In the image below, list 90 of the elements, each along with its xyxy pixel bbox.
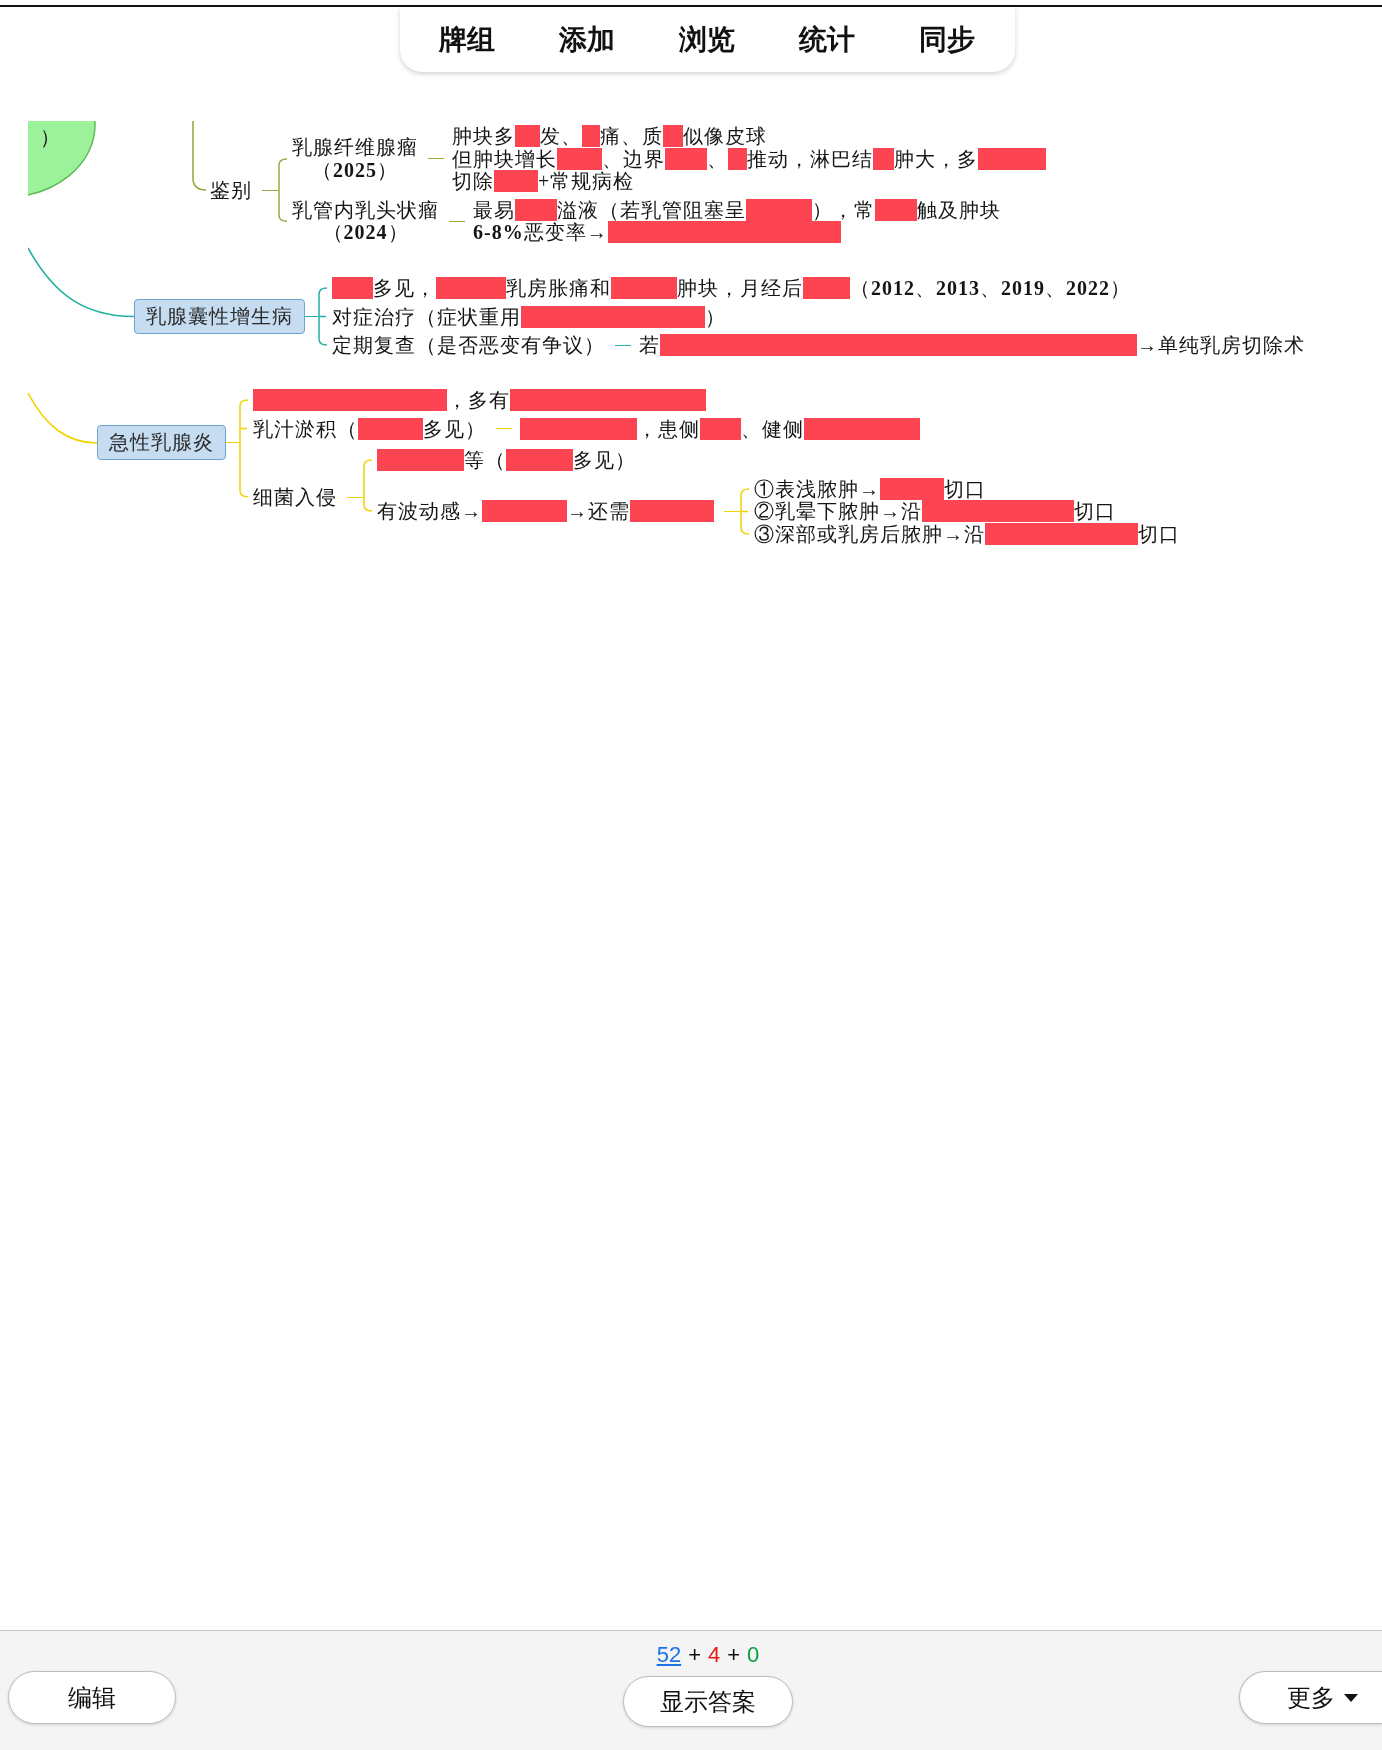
- connector-line: [305, 316, 318, 317]
- occlusion-mask: [494, 170, 538, 193]
- map-text: 痛、质: [600, 125, 663, 148]
- bracket-connector: [277, 157, 288, 222]
- occlusion-mask: [436, 277, 506, 300]
- bracket-connector: [362, 459, 373, 513]
- occlusion-mask: [728, 147, 747, 170]
- map-text: 切除: [452, 170, 494, 193]
- map-text: 触及肿块: [917, 198, 1001, 221]
- connector-line: [262, 189, 278, 191]
- occlusion-mask: [875, 198, 917, 221]
- map-text: ，患侧: [637, 417, 700, 440]
- map-text: 切口: [1074, 500, 1116, 523]
- map-text: 多见）: [423, 417, 486, 440]
- connector-line: [449, 220, 465, 222]
- map-text: 肿大，多: [894, 147, 978, 170]
- occlusion-mask: [978, 147, 1046, 170]
- occlusion-mask: [700, 417, 741, 440]
- map-text: ②乳晕下脓肿→沿: [754, 500, 922, 523]
- caret-icon: [1344, 1693, 1358, 1702]
- more-button[interactable]: 更多: [1239, 1671, 1382, 1724]
- plus-sign: +: [727, 1642, 741, 1668]
- nav-tab[interactable]: 统计: [767, 7, 887, 72]
- map-text: 肿块多: [452, 125, 515, 148]
- map-text: ，多有: [447, 389, 510, 412]
- map-text: 、: [707, 147, 728, 170]
- map-text: 最易: [473, 198, 515, 221]
- connector-line: [724, 510, 740, 512]
- map-text: ③深部或乳房后脓肿→沿: [754, 522, 985, 545]
- map-text: 乳汁淤积（: [253, 417, 358, 440]
- bracket-connector: [317, 287, 328, 347]
- map-text: →单纯乳房切除术: [1137, 334, 1305, 357]
- map-text: 有波动感→: [377, 500, 482, 523]
- topic-node: 乳腺囊性增生病: [134, 299, 305, 334]
- plus-sign: +: [688, 1642, 701, 1668]
- topic-label: 乳管内乳头状瘤: [292, 198, 439, 221]
- nav-tab[interactable]: 牌组: [407, 7, 527, 72]
- occlusion-mask: [515, 198, 557, 221]
- branch-label: 鉴别: [210, 179, 252, 202]
- map-text: 对症治疗（症状重用: [332, 305, 521, 328]
- map-text: 发、: [540, 125, 582, 148]
- connector-line: [615, 344, 631, 346]
- map-text: 似像皮球: [683, 125, 767, 148]
- connector-line: [496, 428, 512, 430]
- occlusion-mask: [506, 449, 573, 472]
- map-text: 推动，淋巴结: [747, 147, 873, 170]
- map-text: 乳房胀痛和: [506, 277, 611, 300]
- occlusion-mask: [611, 277, 677, 300]
- topic-label: 乳腺纤维腺瘤: [292, 136, 418, 159]
- map-text: 若: [639, 334, 660, 357]
- edit-button[interactable]: 编辑: [8, 1671, 176, 1724]
- occlusion-mask: [803, 277, 850, 300]
- map-text: 肿块，月经后: [677, 277, 803, 300]
- connector-line: [347, 496, 363, 498]
- occlusion-mask: [332, 277, 373, 300]
- map-text: 、边界: [602, 147, 665, 170]
- occlusion-mask: [515, 125, 540, 148]
- connector-line: [226, 442, 239, 443]
- count-number: 52: [656, 1642, 682, 1668]
- map-text: 、健侧: [741, 417, 804, 440]
- map-text: 切口: [944, 477, 986, 500]
- map-text: ），常: [812, 198, 875, 221]
- topic-node: 急性乳腺炎: [97, 425, 226, 460]
- year-label: （2024）: [322, 221, 409, 244]
- nav-tab[interactable]: 浏览: [647, 7, 767, 72]
- map-text: +常规病检: [538, 170, 635, 193]
- nav-tab[interactable]: 同步: [887, 7, 1007, 72]
- bracket-connector: [739, 487, 750, 535]
- year-label: （2025）: [312, 158, 398, 182]
- occlusion-mask: [358, 417, 423, 440]
- connector-line: [428, 158, 444, 160]
- root-node-label: ）: [40, 126, 60, 148]
- map-text: 6-8%恶变率→: [473, 221, 608, 244]
- map-text: →还需: [567, 500, 630, 523]
- occlusion-mask: [873, 147, 894, 170]
- nav-tab[interactable]: 添加: [527, 7, 647, 72]
- map-text: ）: [705, 305, 726, 328]
- map-text: 切口: [1138, 522, 1180, 545]
- map-text: 多见，: [373, 277, 436, 300]
- map-text: 等（: [464, 449, 506, 472]
- branch-label: 细菌入侵: [253, 485, 337, 509]
- count-number: 0: [747, 1642, 760, 1668]
- map-text: 定期复查（是否恶变有争议）: [332, 334, 605, 357]
- map-text: （2012、2013、2019、2022）: [850, 277, 1131, 300]
- map-text: ①表浅脓肿→: [754, 477, 880, 500]
- map-text: 多见）: [573, 449, 636, 472]
- map-text: 但肿块增长: [452, 147, 557, 170]
- map-text: 溢液（若乳管阻塞呈: [557, 198, 746, 221]
- show-answer-button[interactable]: 显示答案: [623, 1676, 793, 1727]
- count-number: 4: [708, 1642, 721, 1668]
